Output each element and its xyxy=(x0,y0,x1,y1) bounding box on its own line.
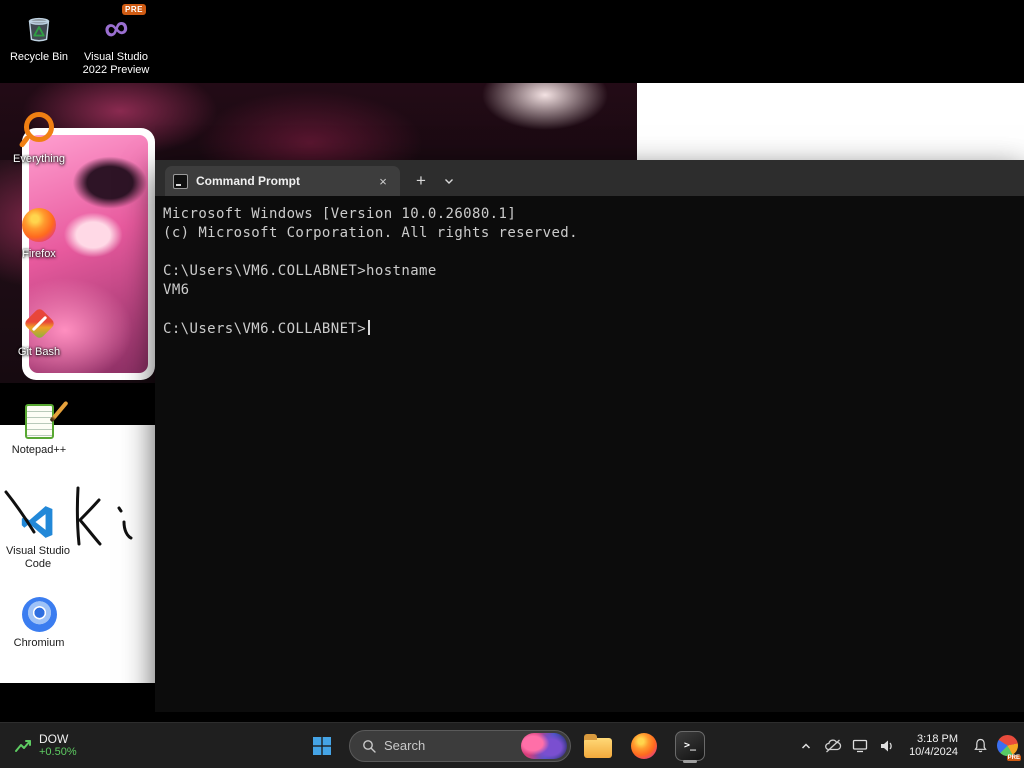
visual-studio-icon: ∞ PRE xyxy=(78,4,154,49)
stock-ticker: DOW xyxy=(39,732,69,746)
terminal-cursor xyxy=(368,320,371,335)
desktop-icon-everything[interactable]: Everything xyxy=(1,110,77,166)
desktop: Recycle Bin ∞ PRE Visual Studio 2022 Pre… xyxy=(0,0,1024,768)
terminal-icon xyxy=(675,730,705,761)
desktop-icon-label: Visual Studio 2022 Preview xyxy=(82,51,150,76)
folder-icon xyxy=(584,733,612,758)
search-icon xyxy=(363,739,376,753)
start-button[interactable] xyxy=(303,727,341,765)
taskbar: DOW +0.50% Search >_ 3:18 PM 10/4/2024 P… xyxy=(0,722,1024,768)
volume-icon[interactable] xyxy=(874,729,900,763)
pre-badge: PRE xyxy=(122,4,146,15)
search-box[interactable]: Search xyxy=(349,729,571,762)
search-highlight-image[interactable] xyxy=(521,732,567,759)
tray-app-pre-icon[interactable]: PRE xyxy=(994,729,1021,763)
desktop-icon-notepad-plus-plus[interactable]: Notepad++ xyxy=(1,401,77,457)
tray-date: 10/4/2024 xyxy=(909,745,958,758)
firefox-icon xyxy=(631,732,657,759)
terminal-line: C:\Users\VM6.COLLABNET>hostname xyxy=(163,263,437,279)
desktop-icon-recycle-bin[interactable]: Recycle Bin xyxy=(1,8,77,64)
notepad-plus-plus-icon xyxy=(1,401,77,441)
stock-change: +0.50% xyxy=(39,746,77,758)
desktop-icon-vscode[interactable]: Visual Studio Code xyxy=(0,502,76,571)
network-icon[interactable] xyxy=(847,729,873,763)
firefox-icon xyxy=(1,205,77,245)
background-window-region xyxy=(637,83,1024,160)
tab-title: Command Prompt xyxy=(196,174,301,188)
taskbar-center: Search xyxy=(303,723,709,768)
onedrive-icon[interactable] xyxy=(820,729,846,763)
new-tab-button[interactable]: + xyxy=(408,168,434,194)
search-placeholder: Search xyxy=(384,738,426,753)
cmd-icon xyxy=(173,173,188,189)
desktop-icon-chromium[interactable]: Chromium xyxy=(1,594,77,650)
tab-dropdown-button[interactable] xyxy=(436,168,462,194)
desktop-icon-label: Git Bash xyxy=(17,346,61,358)
file-explorer-button[interactable] xyxy=(579,727,617,765)
desktop-icon-label: Chromium xyxy=(13,637,65,649)
desktop-icon-label: Notepad++ xyxy=(11,444,67,456)
firefox-taskbar-button[interactable] xyxy=(625,727,663,765)
chevron-down-icon xyxy=(445,179,453,184)
terminal-output[interactable]: Microsoft Windows [Version 10.0.26080.1]… xyxy=(155,196,1024,712)
git-bash-icon xyxy=(1,303,77,343)
vscode-icon xyxy=(0,502,76,542)
everything-search-icon xyxy=(1,110,77,150)
terminal-prompt: C:\Users\VM6.COLLABNET> xyxy=(163,321,367,337)
tray-chevron-icon[interactable] xyxy=(793,729,819,763)
pre-badge: PRE xyxy=(1006,754,1021,761)
running-app-indicator xyxy=(683,759,697,763)
terminal-window: Command Prompt × + Microsoft Windows [Ve… xyxy=(155,160,1024,712)
desktop-icon-label: Firefox xyxy=(22,248,56,260)
widgets-button[interactable]: DOW +0.50% xyxy=(4,723,87,768)
clock[interactable]: 3:18 PM 10/4/2024 xyxy=(901,733,966,759)
terminal-tab-bar[interactable]: Command Prompt × + xyxy=(155,160,1024,196)
terminal-line: (c) Microsoft Corporation. All rights re… xyxy=(163,225,578,241)
notification-bell-icon[interactable] xyxy=(967,729,993,763)
desktop-icon-firefox[interactable]: Firefox xyxy=(1,205,77,261)
tab-command-prompt[interactable]: Command Prompt × xyxy=(165,166,400,196)
desktop-icon-visual-studio[interactable]: ∞ PRE Visual Studio 2022 Preview xyxy=(78,4,154,77)
recycle-bin-icon xyxy=(1,8,77,48)
colorful-app-icon xyxy=(996,735,1018,756)
terminal-line: VM6 xyxy=(163,282,190,298)
desktop-icon-label: Recycle Bin xyxy=(9,51,69,63)
tray-time: 3:18 PM xyxy=(917,732,958,745)
terminal-prompt-line: C:\Users\VM6.COLLABNET> xyxy=(163,320,1016,339)
desktop-icon-git-bash[interactable]: Git Bash xyxy=(1,303,77,359)
chromium-icon xyxy=(1,594,77,634)
desktop-icon-label: Everything xyxy=(13,153,65,165)
desktop-icon-label: Visual Studio Code xyxy=(5,545,70,570)
terminal-taskbar-button[interactable] xyxy=(671,727,709,765)
windows-logo-icon xyxy=(313,736,331,755)
stock-trend-icon xyxy=(15,739,31,752)
stock-widget-text: DOW +0.50% xyxy=(39,732,77,759)
terminal-line: Microsoft Windows [Version 10.0.26080.1] xyxy=(163,206,517,222)
system-tray: 3:18 PM 10/4/2024 PRE xyxy=(793,723,1021,768)
close-tab-button[interactable]: × xyxy=(374,172,392,190)
